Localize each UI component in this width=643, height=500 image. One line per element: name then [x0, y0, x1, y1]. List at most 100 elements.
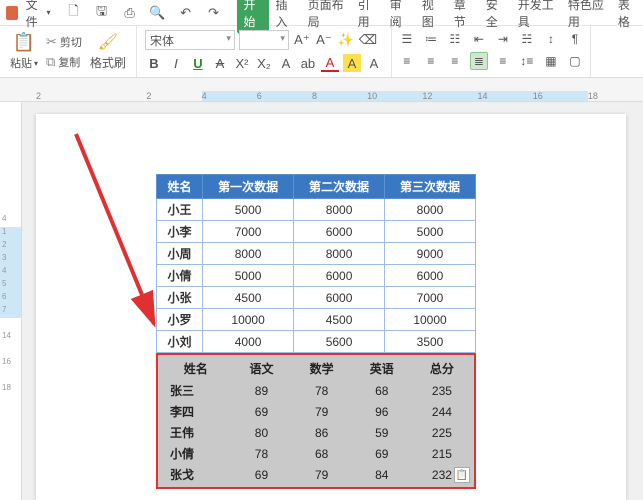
table-cell[interactable]: 244	[412, 401, 472, 422]
table-cell[interactable]: 4500	[294, 309, 385, 331]
numbering-icon[interactable]: ≔	[422, 30, 440, 48]
underline-button[interactable]: U	[189, 54, 207, 72]
table-cell[interactable]: 张戈	[160, 464, 231, 485]
table-cell[interactable]: 59	[352, 422, 412, 443]
align-justify-icon[interactable]: ≣	[470, 52, 488, 70]
bold-button[interactable]: B	[145, 54, 163, 72]
table-cell[interactable]: 9000	[385, 243, 476, 265]
table-cell[interactable]: 69	[231, 464, 291, 485]
paste-options-icon[interactable]: 📋	[454, 467, 470, 483]
qat-undo-icon[interactable]: ↶	[177, 4, 195, 22]
font-name-select[interactable]: 宋体	[145, 30, 235, 50]
italic-button[interactable]: I	[167, 54, 185, 72]
table-cell[interactable]: 5000	[203, 265, 294, 287]
table-cell[interactable]: 68	[292, 443, 352, 464]
table-cell[interactable]: 8000	[203, 243, 294, 265]
multilevel-icon[interactable]: ☷	[446, 30, 464, 48]
table-cell[interactable]: 86	[292, 422, 352, 443]
vertical-ruler[interactable]: 4 1 2 3 4 5 6 7 14 16 18	[0, 102, 22, 500]
tab-table[interactable]: 表格	[611, 0, 643, 34]
strike-button[interactable]: A	[211, 54, 229, 72]
change-case-icon[interactable]: ✨	[337, 31, 355, 49]
show-marks-icon[interactable]: ¶	[566, 30, 584, 48]
text-effects-button[interactable]: A	[277, 54, 295, 72]
qat-redo-icon[interactable]: ↷	[205, 4, 223, 22]
table-cell[interactable]: 8000	[294, 199, 385, 221]
table-cell[interactable]: 6000	[294, 265, 385, 287]
table-cell[interactable]: 李四	[160, 401, 231, 422]
increase-indent-icon[interactable]: ⇥	[494, 30, 512, 48]
table-cell[interactable]: 10000	[385, 309, 476, 331]
clear-format-icon[interactable]: ⌫	[359, 31, 377, 49]
shading-icon[interactable]: ▦	[542, 52, 560, 70]
sort-icon[interactable]: ↕	[542, 30, 560, 48]
table-row[interactable]: 张戈697984232	[160, 464, 472, 485]
table-cell[interactable]: 89	[231, 380, 291, 401]
decrease-indent-icon[interactable]: ⇤	[470, 30, 488, 48]
copy-button[interactable]: ⧉复制	[46, 54, 82, 70]
distribute-icon[interactable]: ≡	[494, 52, 512, 70]
table-cell[interactable]: 4000	[203, 331, 294, 353]
align-right-icon[interactable]: ≡	[446, 52, 464, 70]
increase-font-icon[interactable]: A⁺	[293, 31, 311, 49]
table-cell[interactable]: 7000	[203, 221, 294, 243]
table-cell[interactable]: 8000	[385, 199, 476, 221]
text-direction-icon[interactable]: ☵	[518, 30, 536, 48]
paste-button[interactable]: 📋 粘贴▾	[6, 30, 42, 73]
table-row[interactable]: 小罗10000450010000	[157, 309, 476, 331]
table-cell[interactable]: 235	[412, 380, 472, 401]
horizontal-ruler[interactable]: 2 2 4 6 8 10 12 14 16 18	[0, 78, 643, 102]
bullets-icon[interactable]: ☰	[398, 30, 416, 48]
font-color-button[interactable]: A	[321, 54, 339, 72]
document-page[interactable]: 姓名 第一次数据 第二次数据 第三次数据 小王500080008000小李700…	[36, 114, 626, 500]
qat-new-icon[interactable]: 🗋	[65, 4, 83, 22]
table-row[interactable]: 小倩786869215	[160, 443, 472, 464]
table-cell[interactable]: 225	[412, 422, 472, 443]
align-left-icon[interactable]: ≡	[398, 52, 416, 70]
table-cell[interactable]: 78	[231, 443, 291, 464]
table-cell[interactable]: 小倩	[160, 443, 231, 464]
char-shading-button[interactable]: A	[365, 54, 383, 72]
table-cell[interactable]: 68	[352, 380, 412, 401]
align-center-icon[interactable]: ≡	[422, 52, 440, 70]
table-cell[interactable]: 5000	[203, 199, 294, 221]
table-cell[interactable]: 215	[412, 443, 472, 464]
table-row[interactable]: 小张450060007000	[157, 287, 476, 309]
table-cell[interactable]: 张三	[160, 380, 231, 401]
table-row[interactable]: 张三897868235	[160, 380, 472, 401]
table-row[interactable]: 小倩500060006000	[157, 265, 476, 287]
format-painter-button[interactable]: 🖌 格式刷	[86, 30, 130, 73]
table-cell[interactable]: 6000	[294, 287, 385, 309]
table-cell[interactable]: 5600	[294, 331, 385, 353]
table-cell[interactable]: 6000	[385, 265, 476, 287]
table-cell[interactable]: 7000	[385, 287, 476, 309]
table-cell[interactable]: 69	[231, 401, 291, 422]
table-cell[interactable]: 6000	[294, 221, 385, 243]
table-cell[interactable]: 79	[292, 464, 352, 485]
cut-button[interactable]: ✂剪切	[46, 34, 82, 50]
table-cell[interactable]: 5000	[385, 221, 476, 243]
font-size-select[interactable]	[239, 30, 289, 50]
table-cell[interactable]: 69	[352, 443, 412, 464]
table-cell[interactable]: 80	[231, 422, 291, 443]
table-cell[interactable]: 王伟	[160, 422, 231, 443]
qat-preview-icon[interactable]: 🔍	[149, 4, 167, 22]
table-cell[interactable]: 79	[292, 401, 352, 422]
table-cell[interactable]: 84	[352, 464, 412, 485]
table-cell[interactable]: 3500	[385, 331, 476, 353]
table-row[interactable]: 李四697996244	[160, 401, 472, 422]
table-cell[interactable]: 8000	[294, 243, 385, 265]
table-cell[interactable]: 78	[292, 380, 352, 401]
line-spacing-icon[interactable]: ↕≡	[518, 52, 536, 70]
table-row[interactable]: 小李700060005000	[157, 221, 476, 243]
table-row[interactable]: 小王500080008000	[157, 199, 476, 221]
table-cell[interactable]: 96	[352, 401, 412, 422]
table-row[interactable]: 小周800080009000	[157, 243, 476, 265]
table-cell[interactable]: 4500	[203, 287, 294, 309]
decrease-font-icon[interactable]: A⁻	[315, 31, 333, 49]
qat-save-icon[interactable]: 🖫	[93, 4, 111, 22]
borders-icon[interactable]: ▢	[566, 52, 584, 70]
data-table-1[interactable]: 姓名 第一次数据 第二次数据 第三次数据 小王500080008000小李700…	[156, 174, 476, 353]
highlight-button[interactable]: A	[343, 54, 361, 72]
data-table-2[interactable]: 姓名 语文 数学 英语 总分 张三897868235李四697996244王伟8…	[160, 357, 472, 485]
